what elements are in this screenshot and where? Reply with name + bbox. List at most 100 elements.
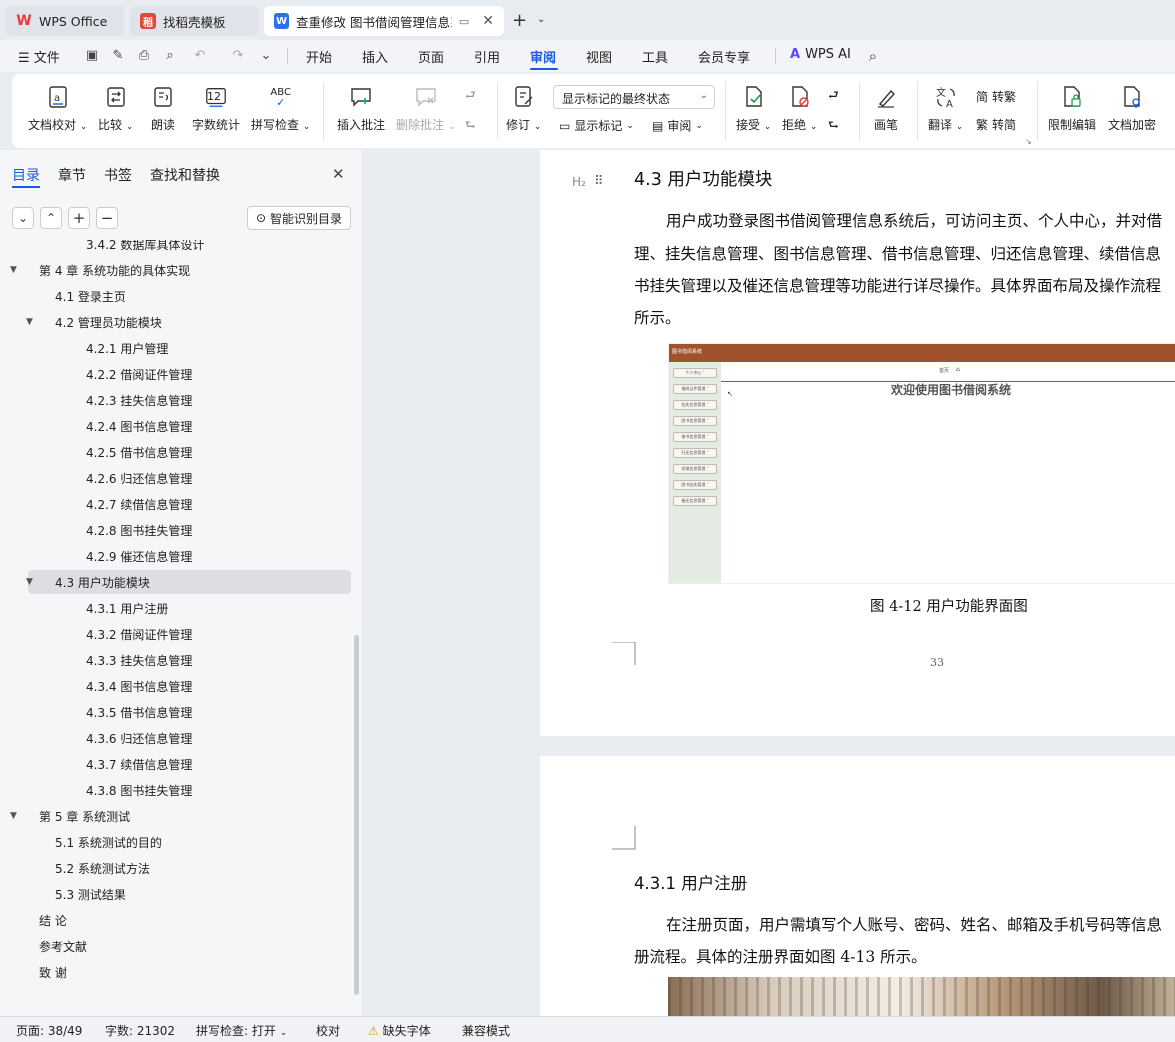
to-traditional-button[interactable]: 简 转繁 xyxy=(976,88,1016,105)
collapse-arrow-icon[interactable]: ▼ xyxy=(26,317,38,327)
close-icon[interactable]: ✕ xyxy=(332,165,345,183)
proof-status[interactable]: 校对 xyxy=(316,1022,340,1039)
spell-check-button[interactable]: ABC ✓ 拼写检查 ⌄ xyxy=(251,84,310,133)
figure-home-link: 首页 xyxy=(939,368,950,374)
paragraph-line[interactable]: 书挂失管理以及催还信息管理等功能进行详尽操作。具体界面布局及操作流程 xyxy=(634,274,1161,296)
print-icon[interactable]: ⎙ xyxy=(136,48,152,64)
search-icon[interactable]: ⌕ xyxy=(865,48,881,64)
doc-check-button[interactable]: a 文档校对 ⌄ xyxy=(28,84,87,133)
toc-item-label: 4.2.3 挂失信息管理 xyxy=(86,393,193,408)
collapse-arrow-icon[interactable]: ▼ xyxy=(10,811,22,821)
prev-change-icon[interactable]: ⮐ xyxy=(828,86,839,107)
next-comment-icon[interactable]: ⮑ xyxy=(465,116,476,137)
menu-start[interactable]: 开始 xyxy=(306,47,332,66)
undo-icon[interactable]: ↶ xyxy=(192,48,208,64)
subsection-heading[interactable]: 4.3.1 用户注册 xyxy=(634,870,747,894)
insert-comment-button[interactable]: 插入批注 xyxy=(337,84,385,133)
tab-document[interactable]: W 查重修改 图书借阅管理信息系 ▭ ✕ xyxy=(264,6,504,36)
missing-font-label: 缺失字体 xyxy=(382,1024,431,1038)
collapse-up-icon[interactable]: ⌃ xyxy=(40,207,62,229)
file-menu[interactable]: ☰ 文件 xyxy=(18,47,60,66)
read-aloud-button[interactable]: 朗读 xyxy=(151,84,175,133)
toc-item[interactable]: ▼ 4.3 用户功能模块 xyxy=(26,570,351,594)
restrict-edit-label: 限制编辑 xyxy=(1048,118,1097,132)
next-change-icon[interactable]: ⮑ xyxy=(828,116,839,137)
paragraph-line[interactable]: 在注册页面，用户需填写个人账号、密码、姓名、邮箱及手机号码等信息 xyxy=(666,913,1162,935)
missing-font-status[interactable]: ⚠ 缺失字体 xyxy=(368,1022,431,1039)
review-pane-label: 审阅 xyxy=(667,119,692,133)
collapse-arrow-icon[interactable]: ▼ xyxy=(26,577,38,587)
quick-access-chevron-icon[interactable]: ⌄ xyxy=(258,48,274,64)
registration-figure-image[interactable] xyxy=(668,977,1175,1016)
save-icon[interactable]: ▣ xyxy=(84,48,100,64)
compare-button[interactable]: 比较 ⌄ xyxy=(98,84,133,133)
to-simplified-button[interactable]: 繁 转简 xyxy=(976,116,1016,133)
menu-view[interactable]: 视图 xyxy=(586,47,612,66)
chevron-down-icon: ⌄ xyxy=(626,120,634,131)
remove-heading-icon[interactable]: − xyxy=(96,207,118,229)
nav-tab-toc[interactable]: 目录 xyxy=(12,165,40,185)
expand-down-icon[interactable]: ⌄ xyxy=(12,207,34,229)
menu-reference[interactable]: 引用 xyxy=(474,47,500,66)
prev-comment-icon[interactable]: ⮐ xyxy=(465,86,476,107)
revise-button[interactable]: 修订 ⌄ xyxy=(506,84,541,133)
wps-ai-label: WPS AI xyxy=(805,47,851,62)
pen-button[interactable]: 画笔 xyxy=(874,84,898,133)
menu-insert[interactable]: 插入 xyxy=(362,47,388,66)
toc-item-label: 4.2.5 借书信息管理 xyxy=(86,445,193,460)
doc-check-icon: a xyxy=(46,84,70,110)
drag-handle-icon[interactable]: ⠿ xyxy=(594,174,604,189)
menu-page[interactable]: 页面 xyxy=(418,47,444,66)
reject-button[interactable]: 拒绝 ⌄ xyxy=(782,84,817,133)
translate-button[interactable]: 文A 翻译 ⌄ xyxy=(928,84,963,133)
page-corner-mark xyxy=(612,826,636,850)
close-icon[interactable]: ✕ xyxy=(482,13,494,29)
tab-wps-office[interactable]: W WPS Office xyxy=(6,6,124,36)
wps-ai-button[interactable]: A WPS AI xyxy=(790,47,851,62)
word-count-indicator[interactable]: 字数: 21302 xyxy=(105,1022,175,1039)
format-brush-icon[interactable]: ✎ xyxy=(110,48,126,64)
figure-caption[interactable]: 图 4-12 用户功能界面图 xyxy=(870,595,1028,616)
print-preview-icon[interactable]: ⌕ xyxy=(162,48,178,64)
figure-menu-item: 图书信息管理 ˅ xyxy=(673,416,717,426)
nav-tab-find-replace[interactable]: 查找和替换 xyxy=(150,165,220,185)
spell-check-icon: ABC ✓ xyxy=(270,87,291,109)
active-menu-indicator xyxy=(530,68,558,70)
restrict-edit-button[interactable]: 限制编辑 xyxy=(1048,84,1096,133)
compare-icon xyxy=(104,84,128,110)
accept-button[interactable]: 接受 ⌄ xyxy=(736,84,771,133)
section-heading[interactable]: 4.3 用户功能模块 xyxy=(634,166,772,191)
delete-comment-button[interactable]: 删除批注 ⌄ xyxy=(396,84,455,133)
review-pane-button[interactable]: ▤ 审阅 ⌄ xyxy=(652,117,703,134)
add-heading-icon[interactable]: + xyxy=(68,207,90,229)
new-tab-icon[interactable]: + xyxy=(512,10,527,31)
markup-state-select[interactable]: 显示标记的最终状态 ⌄ xyxy=(553,85,715,109)
doc-encrypt-button[interactable]: 文档加密 xyxy=(1108,84,1156,133)
file-menu-label: 文件 xyxy=(33,51,60,66)
doc-encrypt-icon xyxy=(1120,84,1144,110)
page-indicator[interactable]: 页面: 38/49 xyxy=(16,1022,82,1039)
collapse-arrow-icon[interactable]: ▼ xyxy=(10,265,22,275)
nav-scrollbar[interactable] xyxy=(354,635,359,995)
window-icon[interactable]: ▭ xyxy=(459,15,469,28)
figure-image[interactable]: 图书借阅系统 个人中心 ˅ 借阅证件管理 ˅ 挂失信息管理 ˅ 图书信息管理 ˅ 借书信… xyxy=(668,343,1175,584)
menu-member[interactable]: 会员专享 xyxy=(698,47,750,66)
paragraph-line[interactable]: 册流程。具体的注册界面如图 4-13 所示。 xyxy=(634,945,927,967)
chevron-down-icon[interactable]: ⌄ xyxy=(537,14,545,25)
spell-check-status[interactable]: 拼写检查: 打开 ⌄ xyxy=(196,1022,287,1039)
menu-review[interactable]: 审阅 xyxy=(530,47,556,66)
figure-app-title: 图书借阅系统 xyxy=(672,349,703,355)
insert-comment-icon xyxy=(349,84,373,110)
revise-icon xyxy=(512,84,536,110)
paragraph-line[interactable]: 用户成功登录图书借阅管理信息系统后，可访问主页、个人中心，并对借 xyxy=(666,209,1162,231)
dialog-launcher-icon[interactable]: ↘ xyxy=(1025,137,1032,146)
nav-tab-sections[interactable]: 章节 xyxy=(58,165,86,185)
nav-tab-bookmarks[interactable]: 书签 xyxy=(104,165,132,185)
redo-icon[interactable]: ↷ xyxy=(230,48,246,64)
smart-toc-button[interactable]: ⊙ 智能识别目录 xyxy=(247,206,351,230)
tab-docer[interactable]: 稻 找稻壳模板 xyxy=(130,6,258,36)
show-markup-button[interactable]: ▭ 显示标记 ⌄ xyxy=(559,117,634,134)
paragraph-line[interactable]: 理、挂失信息管理、图书信息管理、借书信息管理、归还信息管理、续借信息 xyxy=(634,242,1161,264)
paragraph-line[interactable]: 所示。 xyxy=(634,306,681,328)
menu-tools[interactable]: 工具 xyxy=(642,47,668,66)
